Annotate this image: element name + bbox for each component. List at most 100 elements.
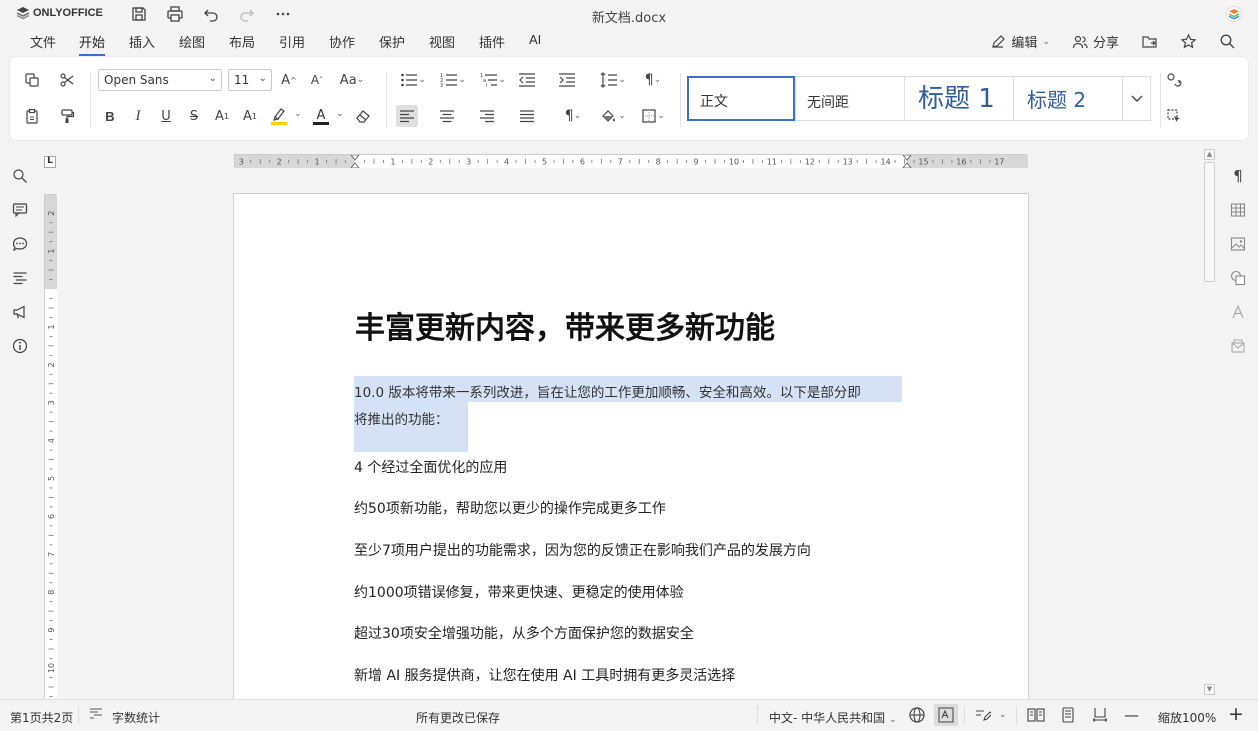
scroll-down-arrow-icon[interactable]: ▼	[1204, 684, 1215, 695]
multipage-view-icon[interactable]	[1027, 707, 1045, 723]
align-right-icon[interactable]	[476, 105, 498, 127]
list-item[interactable]: 新增 AI 服务提供商，让您在使用 AI 工具时拥有更多灵活选择	[354, 665, 735, 685]
decrease-font-icon[interactable]: Aˇ	[306, 69, 328, 91]
navigation-headings-icon[interactable]	[11, 269, 29, 287]
tab-stop-selector[interactable]: L	[44, 156, 56, 168]
subscript-icon[interactable]: A1	[239, 105, 261, 127]
text-art-settings-icon[interactable]	[1229, 303, 1247, 321]
intro-paragraph-line-1[interactable]: 10.0 版本将带来一系列改进，旨在让您的工作更加顺畅、安全和高效。以下是部分即	[354, 381, 861, 401]
increase-font-icon[interactable]: A ^	[278, 69, 300, 91]
menu-draw[interactable]: 绘图	[179, 32, 205, 51]
shading-icon[interactable]: ⌄	[596, 105, 630, 127]
menu-references[interactable]: 引用	[279, 32, 305, 51]
list-item[interactable]: 超过30项安全增强功能，从多个方面保护您的数据安全	[354, 623, 694, 643]
multilevel-list-icon[interactable]: 1 a i ⌄	[476, 69, 510, 91]
ruler-label: 14	[881, 158, 891, 167]
paragraph-settings-icon[interactable]: ¶	[1229, 167, 1247, 185]
menu-plugins[interactable]: 插件	[479, 32, 505, 51]
styles-expand-button[interactable]	[1122, 76, 1151, 121]
table-settings-icon[interactable]	[1229, 201, 1247, 219]
menu-insert[interactable]: 插入	[129, 32, 155, 51]
vertical-ruler[interactable]: 2 1 1 2 3 4 5 6 7 8 9 10	[44, 194, 57, 699]
search-icon[interactable]	[1219, 33, 1236, 50]
bullet-list-icon[interactable]: ⌄	[396, 69, 430, 91]
intro-paragraph-line-2[interactable]: 将推出的功能：	[354, 408, 449, 428]
about-info-icon[interactable]	[11, 337, 29, 355]
share-button[interactable]: 分享	[1072, 32, 1119, 51]
page-info[interactable]: 第1页共2页	[10, 709, 73, 726]
menu-home[interactable]: 开始	[79, 32, 106, 56]
copy-icon[interactable]	[21, 69, 43, 91]
nonprinting-characters-icon[interactable]: ¶ ⌄	[556, 105, 590, 127]
edit-mode-button[interactable]: 编辑 ⌄	[990, 32, 1050, 51]
numbered-list-icon[interactable]: 1 2 3 ⌄	[436, 69, 470, 91]
menu-file[interactable]: 文件	[30, 32, 56, 51]
list-item[interactable]: 约50项新功能，帮助您以更少的操作完成更多工作	[354, 498, 666, 518]
scroll-up-arrow-icon[interactable]: ▲	[1204, 149, 1215, 160]
clear-format-eraser-icon[interactable]	[352, 105, 374, 127]
cut-icon[interactable]	[56, 69, 78, 91]
style-heading-2[interactable]: 标题 2	[1013, 76, 1123, 121]
increase-indent-icon[interactable]	[556, 69, 578, 91]
select-all-icon[interactable]	[1163, 105, 1185, 127]
list-item[interactable]: 至少7项用户提出的功能需求，因为您的反馈正在影响我们产品的发展方向	[354, 540, 811, 560]
menu-ai[interactable]: AI	[529, 32, 541, 47]
track-changes-button[interactable]: ⌄	[975, 707, 1007, 723]
style-no-spacing[interactable]: 无间距	[795, 76, 905, 121]
font-color-icon[interactable]: A	[310, 105, 332, 127]
change-case-icon[interactable]: Aa ⌄	[337, 69, 367, 91]
align-left-icon[interactable]	[396, 105, 418, 127]
shape-settings-icon[interactable]	[1229, 269, 1247, 287]
style-heading-1[interactable]: 标题 1	[904, 76, 1014, 121]
fit-width-icon[interactable]	[1092, 707, 1108, 723]
paragraph-spacing-icon[interactable]: ¶ ⌄	[636, 69, 670, 91]
replace-icon[interactable]	[1163, 69, 1185, 91]
fit-page-icon[interactable]	[1060, 707, 1076, 723]
open-location-icon[interactable]	[1141, 33, 1158, 50]
format-painter-icon[interactable]	[56, 105, 78, 127]
italic-icon[interactable]: I	[127, 105, 149, 127]
font-size-select[interactable]: 11 ⌄	[228, 69, 272, 91]
chat-icon[interactable]	[11, 235, 29, 253]
underline-icon[interactable]: U	[155, 105, 177, 127]
zoom-in-icon[interactable]: +	[1228, 703, 1244, 725]
chevron-down-icon[interactable]: ⌄	[336, 109, 344, 119]
menu-collaboration[interactable]: 协作	[329, 32, 355, 51]
word-count-button[interactable]: 字数统计	[112, 709, 160, 726]
list-item[interactable]: 4 个经过全面优化的应用	[354, 457, 507, 477]
font-name-select[interactable]: Open Sans ⌄	[98, 69, 222, 91]
chevron-down-icon[interactable]: ⌄	[294, 109, 302, 119]
image-settings-icon[interactable]	[1229, 235, 1247, 253]
doc-language-globe-icon[interactable]	[908, 706, 926, 724]
zoom-level[interactable]: 缩放100%	[1158, 709, 1216, 726]
bold-icon[interactable]: B	[99, 105, 121, 127]
paste-icon[interactable]	[21, 105, 43, 127]
horizontal-ruler[interactable]: 3 2 1 1 2 3 4 5 6 7 8 9 10 11 12 13 14 15 16 17	[234, 154, 1028, 168]
strikethrough-icon[interactable]: S	[183, 105, 205, 127]
list-item[interactable]: 约1000项错误修复，带来更快速、更稳定的使用体验	[354, 582, 684, 602]
language-select[interactable]: 中文- 中华人民共和国 ⌄	[769, 709, 897, 726]
justify-icon[interactable]	[516, 105, 538, 127]
menu-view[interactable]: 视图	[429, 32, 455, 51]
favorite-star-icon[interactable]	[1180, 33, 1197, 50]
menu-protection[interactable]: 保护	[379, 32, 405, 51]
style-normal[interactable]: 正文	[687, 76, 795, 121]
comments-icon[interactable]	[11, 201, 29, 219]
highlight-color-icon[interactable]	[268, 105, 290, 127]
mail-merge-icon[interactable]	[1229, 337, 1247, 355]
borders-icon[interactable]: ⌄	[636, 105, 670, 127]
decrease-indent-icon[interactable]	[516, 69, 538, 91]
menu-layout[interactable]: 布局	[229, 32, 255, 51]
line-spacing-icon[interactable]: ⌄	[596, 69, 630, 91]
zoom-out-icon[interactable]: —	[1124, 706, 1139, 724]
search-icon[interactable]	[11, 167, 29, 185]
align-center-icon[interactable]	[436, 105, 458, 127]
spell-check-icon[interactable]	[934, 704, 958, 726]
scroll-thumb[interactable]	[1204, 162, 1215, 282]
avatar[interactable]	[1226, 6, 1242, 22]
feedback-megaphone-icon[interactable]	[11, 303, 29, 321]
superscript-icon[interactable]: A1	[211, 105, 233, 127]
document-page[interactable]: 丰富更新内容，带来更多新功能 10.0 版本将带来一系列改进，旨在让您的工作更加…	[233, 193, 1029, 713]
vertical-scrollbar[interactable]: ▲ ▼	[1203, 148, 1217, 698]
document-heading[interactable]: 丰富更新内容，带来更多新功能	[355, 303, 775, 347]
